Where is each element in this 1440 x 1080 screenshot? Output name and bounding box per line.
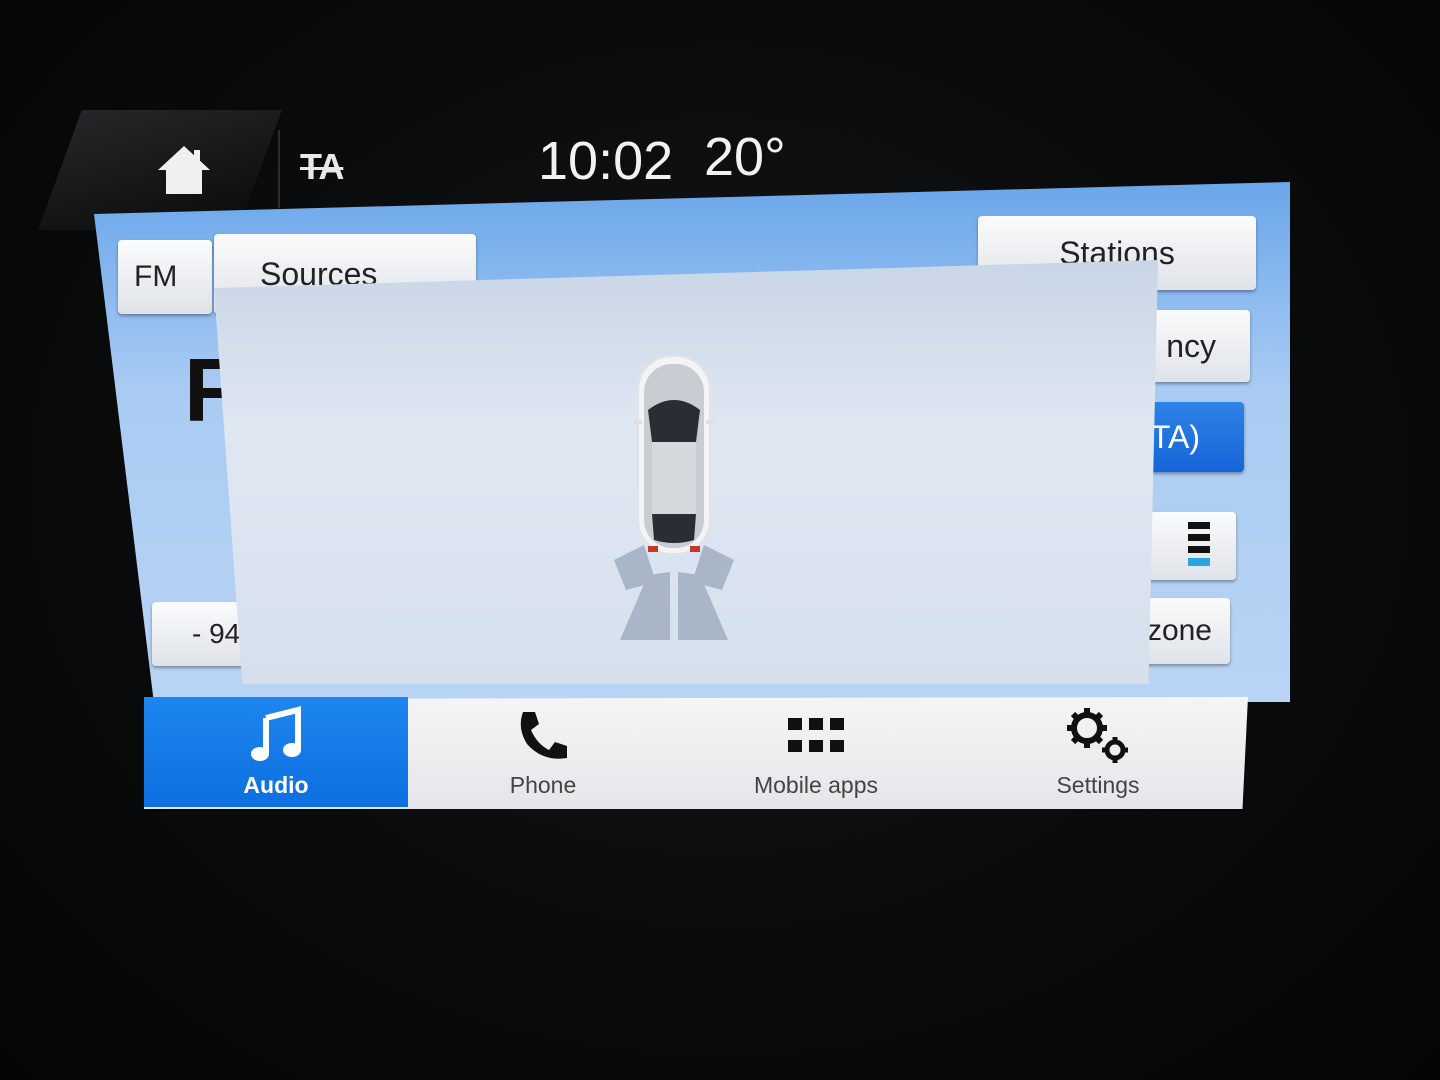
nav-audio-label: Audio: [243, 772, 309, 798]
nav-phone[interactable]: Phone: [408, 697, 678, 807]
traffic-announcement-indicator[interactable]: TA: [300, 146, 344, 188]
phone-icon: [520, 712, 567, 759]
nav-settings-label: Settings: [1056, 772, 1140, 798]
preset-button[interactable]: - 94: [152, 602, 250, 666]
nav-mobile-apps-label: Mobile apps: [753, 772, 879, 798]
home-icon: [158, 146, 210, 194]
gears-icon: [1067, 708, 1128, 763]
apps-grid-icon: [788, 718, 844, 752]
nav-phone-label: Phone: [509, 772, 577, 798]
outside-temperature: 20°: [704, 127, 786, 187]
music-note-icon: [251, 706, 301, 761]
parking-car-graphic: [614, 355, 734, 640]
nav-mobile-apps[interactable]: Mobile apps: [678, 697, 954, 807]
band-label: FM: [118, 240, 212, 314]
nav-audio[interactable]: Audio: [144, 697, 408, 807]
clock: 10:02: [538, 131, 674, 191]
status-divider: [278, 130, 280, 208]
rear-sensor-zones: [614, 545, 734, 640]
nav-settings[interactable]: Settings: [954, 697, 1242, 807]
home-button[interactable]: [156, 142, 212, 198]
